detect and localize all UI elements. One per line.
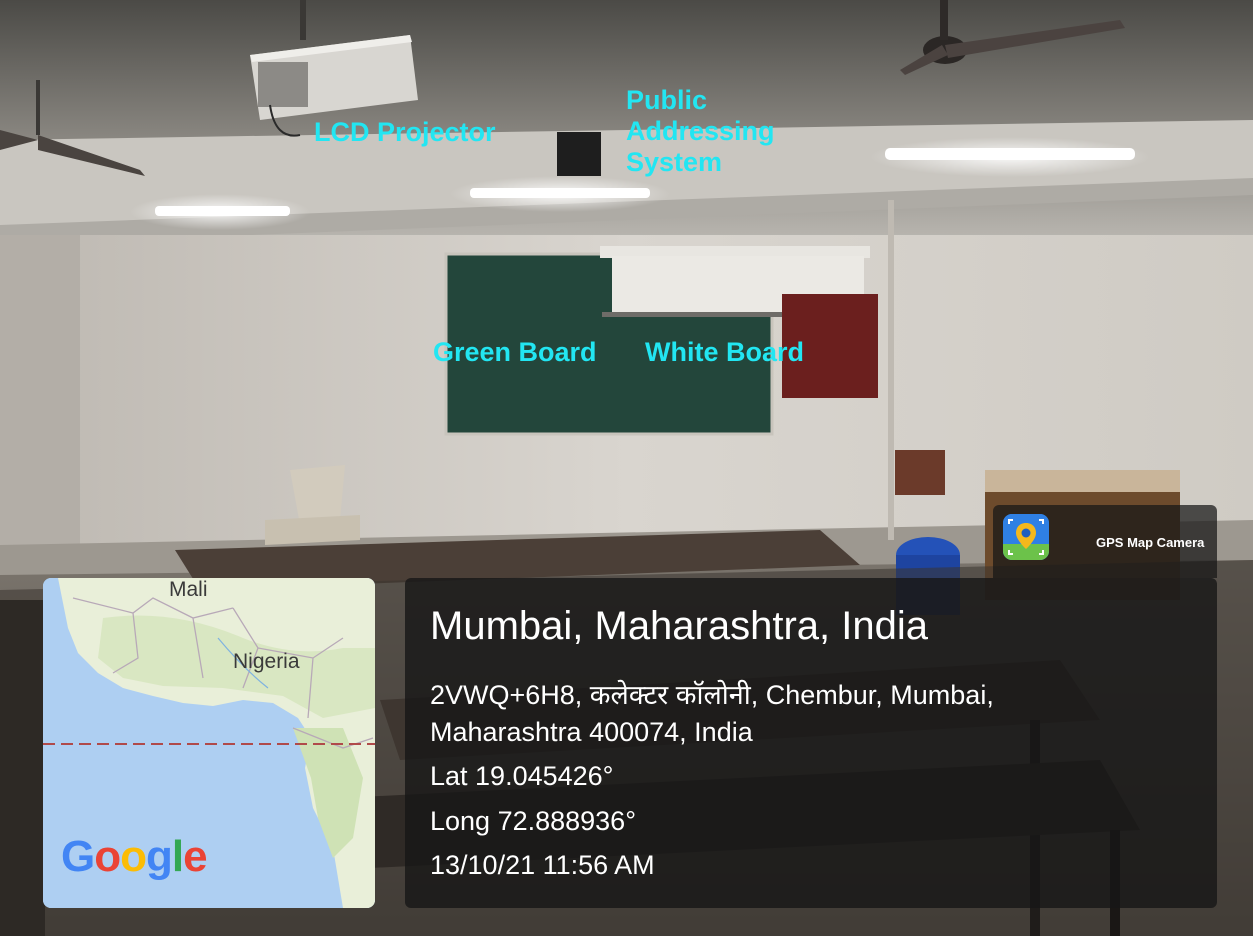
gps-map-camera-badge: GPS Map Camera	[993, 505, 1217, 578]
google-logo-letter: o	[94, 832, 121, 881]
google-logo-letter: G	[61, 832, 95, 881]
label-public-addressing-system: Public Addressing System	[626, 85, 826, 178]
google-logo-letter: o	[120, 832, 147, 881]
google-logo: Google	[61, 832, 208, 882]
location-title: Mumbai, Maharashtra, India	[430, 604, 929, 648]
map-pin-icon	[1003, 514, 1049, 560]
label-pa-line-3: System	[626, 147, 723, 177]
longitude-text: Long 72.888936°	[430, 806, 636, 836]
timestamp-text: 13/10/21 11:56 AM	[430, 850, 655, 880]
google-logo-letter: l	[171, 832, 184, 881]
map-thumbnail: Mali Nigeria Google	[43, 578, 375, 908]
map-label-mali: Mali	[169, 578, 208, 601]
map-label-nigeria: Nigeria	[233, 650, 300, 673]
label-pa-line-1: Public	[626, 85, 708, 115]
latitude-text: Lat 19.045426°	[430, 761, 614, 791]
photo-frame: LCD Projector Public Addressing System G…	[0, 0, 1253, 936]
label-white-board: White Board	[645, 337, 804, 367]
label-pa-line-2: Addressing	[626, 116, 775, 146]
label-lcd-projector: LCD Projector	[314, 117, 496, 147]
badge-label: GPS Map Camera	[1096, 535, 1205, 550]
address-line-1: 2VWQ+6H8, कलेक्टर कॉलोनी, Chembur, Mumba…	[430, 680, 994, 710]
label-green-board: Green Board	[433, 337, 597, 367]
google-logo-letter: e	[183, 832, 208, 881]
address-line-2: Maharashtra 400074, India	[430, 717, 753, 747]
google-logo-letter: g	[146, 832, 173, 881]
location-info-panel: Mumbai, Maharashtra, India 2VWQ+6H8, कले…	[405, 578, 1217, 908]
